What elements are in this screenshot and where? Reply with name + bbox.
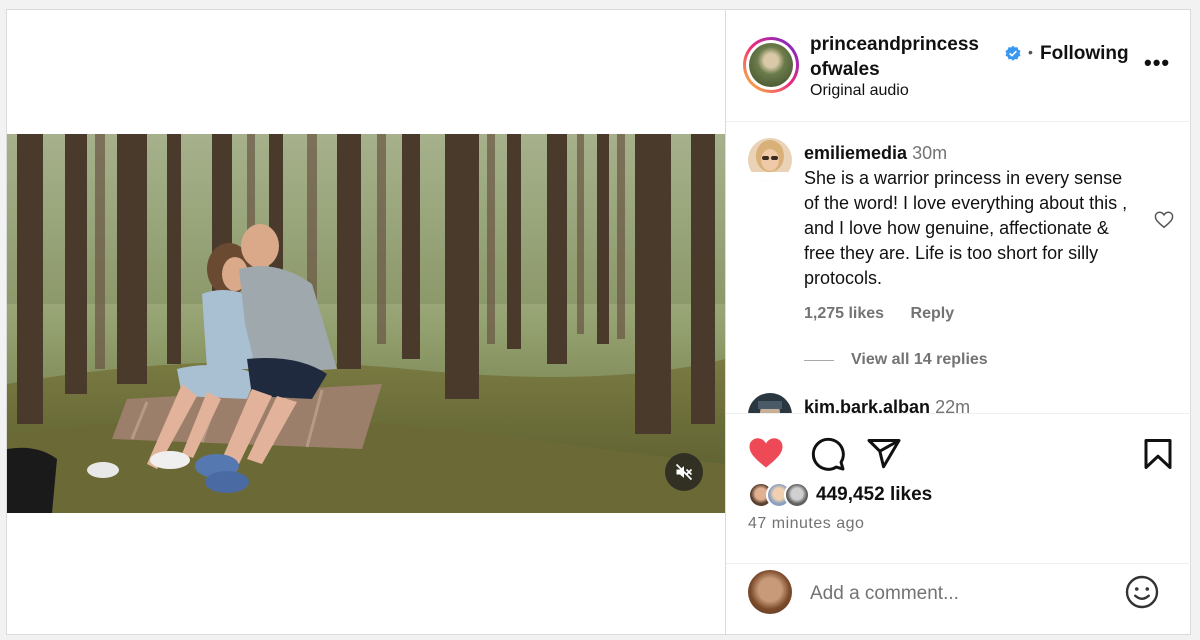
bookmark-icon[interactable]: [1140, 436, 1176, 472]
comments-list[interactable]: emiliemedia 30m She is a warrior princes…: [726, 123, 1192, 413]
post-actions: 449,452 likes 47 minutes ago: [726, 413, 1192, 563]
comment-like-icon[interactable]: [1154, 211, 1174, 229]
media-pane: [7, 10, 725, 634]
view-replies-label: View all 14 replies: [851, 351, 988, 368]
following-button[interactable]: Following: [1040, 43, 1129, 65]
author-avatar[interactable]: [743, 37, 799, 93]
likes-count[interactable]: 449,452 likes: [816, 484, 932, 506]
author-username-line1: princeandprincess: [810, 34, 979, 55]
heart-icon[interactable]: [748, 436, 784, 472]
comment-likes[interactable]: 1,275 likes: [804, 305, 884, 322]
mute-icon: [675, 463, 693, 481]
replies-divider: [804, 359, 834, 361]
post-dialog: princeandprincess ofwales • Following ••…: [6, 9, 1192, 635]
comment-username[interactable]: kim.bark.alban: [804, 397, 930, 413]
author-username-line2: ofwales: [810, 59, 880, 80]
post-header: princeandprincess ofwales • Following ••…: [726, 10, 1192, 122]
comment-body: emiliemedia 30m She is a warrior princes…: [804, 141, 1134, 291]
emoji-icon[interactable]: [1124, 574, 1160, 610]
comment-username[interactable]: emiliemedia: [804, 143, 907, 163]
view-replies-button[interactable]: View all 14 replies: [804, 351, 988, 369]
comment-time[interactable]: 30m: [912, 143, 947, 163]
comment-reply-button[interactable]: Reply: [911, 305, 955, 322]
comment-avatar[interactable]: [748, 138, 792, 182]
comment-meta: 1,275 likes Reply: [804, 305, 976, 323]
separator-dot: •: [1028, 44, 1033, 60]
likes-summary[interactable]: 449,452 likes: [748, 480, 932, 510]
video-frame-image: [7, 134, 725, 513]
post-video[interactable]: [7, 134, 725, 513]
liker-avatar: [784, 482, 810, 508]
comment-body: kim.bark.alban 22m: [804, 395, 1134, 413]
author-username[interactable]: princeandprincess ofwales: [810, 32, 1000, 82]
audio-label[interactable]: Original audio: [810, 82, 909, 100]
mute-button[interactable]: [665, 453, 703, 491]
author-avatar-image: [749, 43, 793, 87]
current-user-avatar: [748, 570, 792, 614]
comment-avatar[interactable]: [748, 393, 792, 413]
comment-input[interactable]: [810, 580, 1110, 608]
comment-icon[interactable]: [810, 436, 846, 472]
comment-time[interactable]: 22m: [935, 397, 970, 413]
verified-icon: [1005, 45, 1021, 61]
comment-text: She is a warrior princess in every sense…: [804, 168, 1128, 288]
more-options-icon[interactable]: •••: [1144, 50, 1170, 76]
post-timestamp[interactable]: 47 minutes ago: [748, 515, 864, 533]
share-icon[interactable]: [866, 436, 902, 472]
add-comment-bar: [726, 563, 1192, 635]
post-sidebar: princeandprincess ofwales • Following ••…: [725, 10, 1192, 635]
